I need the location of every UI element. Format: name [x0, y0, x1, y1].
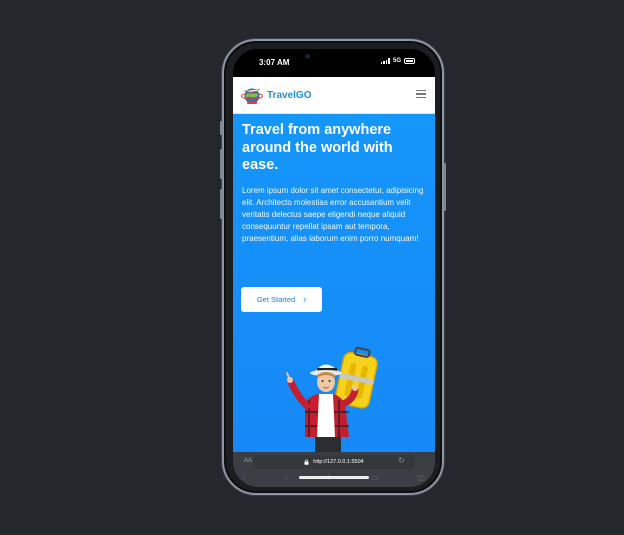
get-started-button[interactable]: Get Started ›	[241, 287, 322, 312]
volume-up-button	[220, 149, 223, 179]
home-indicator	[299, 476, 369, 479]
url-text: http://127.0.0.1:5504	[313, 459, 364, 465]
brand-name[interactable]: TravelGO	[267, 90, 311, 101]
chevron-right-icon: ›	[303, 294, 307, 304]
address-bar[interactable]: http://127.0.0.1:5504	[253, 455, 415, 469]
reload-icon[interactable]: ↻	[398, 456, 405, 465]
browser-bottom-bar: AA http://127.0.0.1:5504 ↻ ‹ › ⇧ ▭ ◫	[233, 452, 435, 487]
tabs-icon[interactable]: ◫	[417, 473, 425, 482]
phone-screen: 3:07 AM 5G TravelGO Travel from anywhere…	[233, 49, 435, 487]
lock-icon	[304, 459, 309, 465]
status-bar: 3:07 AM 5G	[233, 49, 435, 77]
text-size-button[interactable]: AA	[244, 458, 252, 464]
mute-switch	[220, 121, 223, 135]
child-with-yellow-suitcase-illustration	[286, 346, 378, 452]
battery-icon	[404, 58, 415, 64]
status-indicators: 5G	[380, 58, 415, 64]
hero-section: Travel from anywhere around the world wi…	[233, 114, 435, 452]
hero-description: Lorem ipsum dolor sit amet consectetur, …	[242, 186, 424, 243]
bookmarks-icon[interactable]: ▭	[371, 473, 379, 482]
status-time: 3:07 AM	[259, 58, 290, 67]
signal-icon	[380, 58, 390, 64]
power-button	[443, 163, 446, 211]
back-icon[interactable]: ‹	[243, 473, 246, 482]
hamburger-menu-icon[interactable]	[416, 90, 426, 98]
notch	[293, 49, 373, 65]
network-label: 5G	[392, 58, 401, 64]
camera-icon	[305, 54, 310, 59]
globe-plane-logo-icon[interactable]	[241, 85, 263, 105]
get-started-label: Get Started	[256, 295, 296, 304]
hero-title: Travel from anywhere around the world wi…	[242, 122, 393, 173]
site-navbar: TravelGO	[233, 77, 435, 114]
forward-icon[interactable]: ›	[284, 473, 287, 482]
volume-down-button	[220, 189, 223, 219]
phone-frame: 3:07 AM 5G TravelGO Travel from anywhere…	[220, 39, 446, 495]
